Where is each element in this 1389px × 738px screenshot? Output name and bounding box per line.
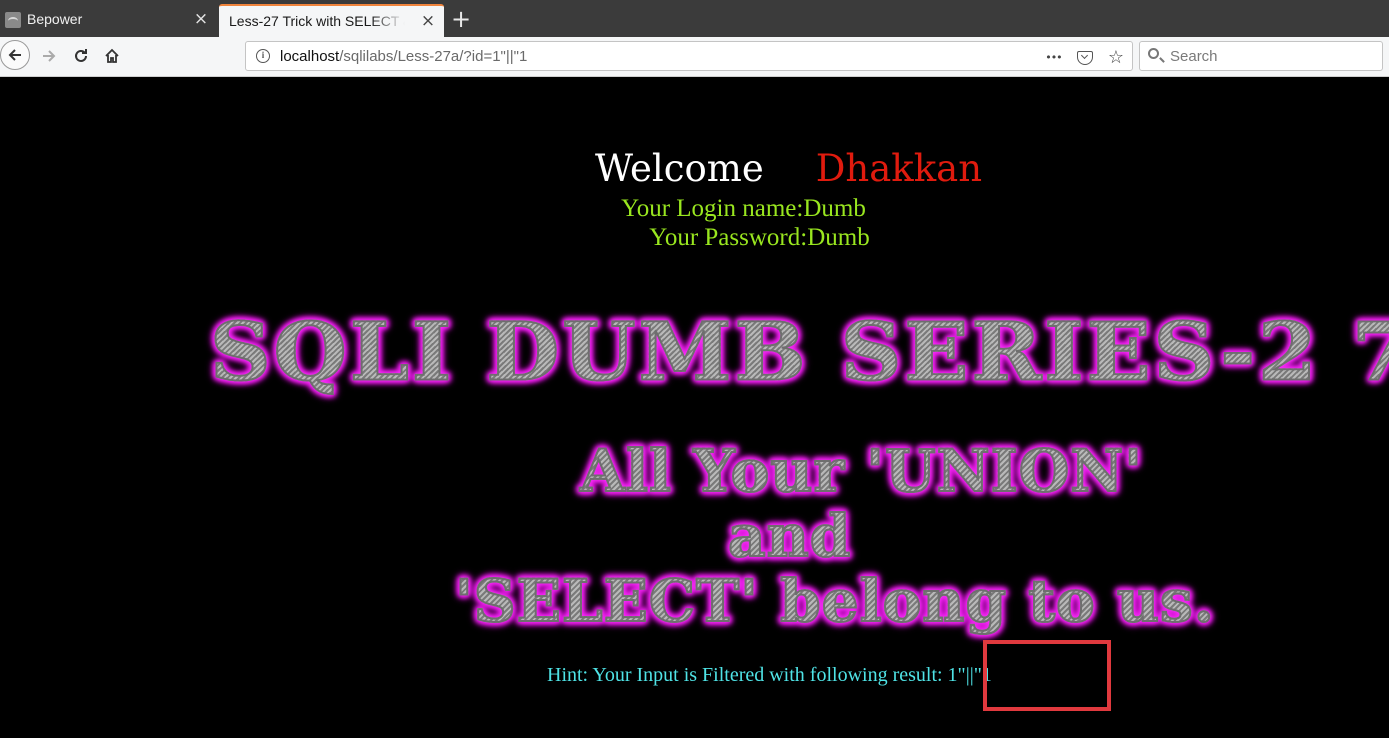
slogan-line-2: and (727, 501, 852, 571)
url-text[interactable]: localhost/sqlilabs/Less-27a/?id=1"||"1 (280, 48, 527, 65)
search-icon (1148, 48, 1159, 59)
tab-less-27[interactable]: Less-27 Trick with SELECT & UNION × (219, 4, 444, 37)
site-info-icon[interactable]: i (256, 49, 270, 63)
home-button[interactable] (97, 41, 127, 71)
tab-strip: Bepower × Less-27 Trick with SELECT & UN… (0, 0, 1389, 37)
url-actions: ••• ☆ (1035, 47, 1124, 68)
page-content: Welcome Dhakkan Your Login name:Dumb Your… (0, 77, 1389, 738)
search-bar[interactable] (1139, 41, 1383, 71)
series-title-banner: SQLI DUMB SERIES-2 7a (209, 304, 1389, 400)
new-tab-button[interactable]: + (450, 6, 472, 32)
reload-icon (75, 49, 87, 62)
tab-bepower[interactable]: Bepower × (0, 4, 217, 37)
reload-button[interactable] (66, 41, 96, 71)
filter-hint: Hint: Your Input is Filtered with follow… (547, 664, 992, 686)
tab-title: Less-27 Trick with SELECT & UNION (229, 13, 405, 29)
back-button[interactable] (0, 40, 30, 70)
welcome-name: Dhakkan (815, 147, 983, 190)
close-tab-icon[interactable]: × (420, 11, 436, 31)
navigation-toolbar: i localhost/sqlilabs/Less-27a/?id=1"||"1… (0, 37, 1389, 77)
home-icon (105, 48, 119, 63)
login-name-text: Your Login name:Dumb (621, 195, 866, 222)
forward-button[interactable] (34, 41, 64, 71)
welcome-heading: Welcome Dhakkan (595, 147, 982, 190)
url-path: /sqlilabs/Less-27a/?id=1"||"1 (339, 48, 528, 65)
password-text: Your Password:Dumb (649, 224, 870, 251)
bookmark-star-icon[interactable]: ☆ (1108, 47, 1124, 68)
page-actions-icon[interactable]: ••• (1045, 51, 1062, 64)
slogan-line-1: All Your 'UNION' (579, 436, 1144, 506)
address-bar[interactable]: i localhost/sqlilabs/Less-27a/?id=1"||"1… (245, 41, 1133, 71)
tab-title: Bepower (27, 11, 83, 27)
url-host: localhost (280, 48, 340, 65)
close-tab-icon[interactable]: × (193, 9, 209, 29)
site-favicon-icon (5, 12, 21, 28)
search-input[interactable] (1170, 46, 1370, 66)
pocket-icon[interactable] (1076, 50, 1093, 65)
slogan-line-3: 'SELECT' belong to us. (454, 566, 1215, 636)
welcome-text: Welcome (595, 147, 764, 190)
annotation-highlight-box (983, 640, 1111, 711)
arrow-right-icon (43, 50, 56, 62)
arrow-left-icon (8, 49, 21, 61)
